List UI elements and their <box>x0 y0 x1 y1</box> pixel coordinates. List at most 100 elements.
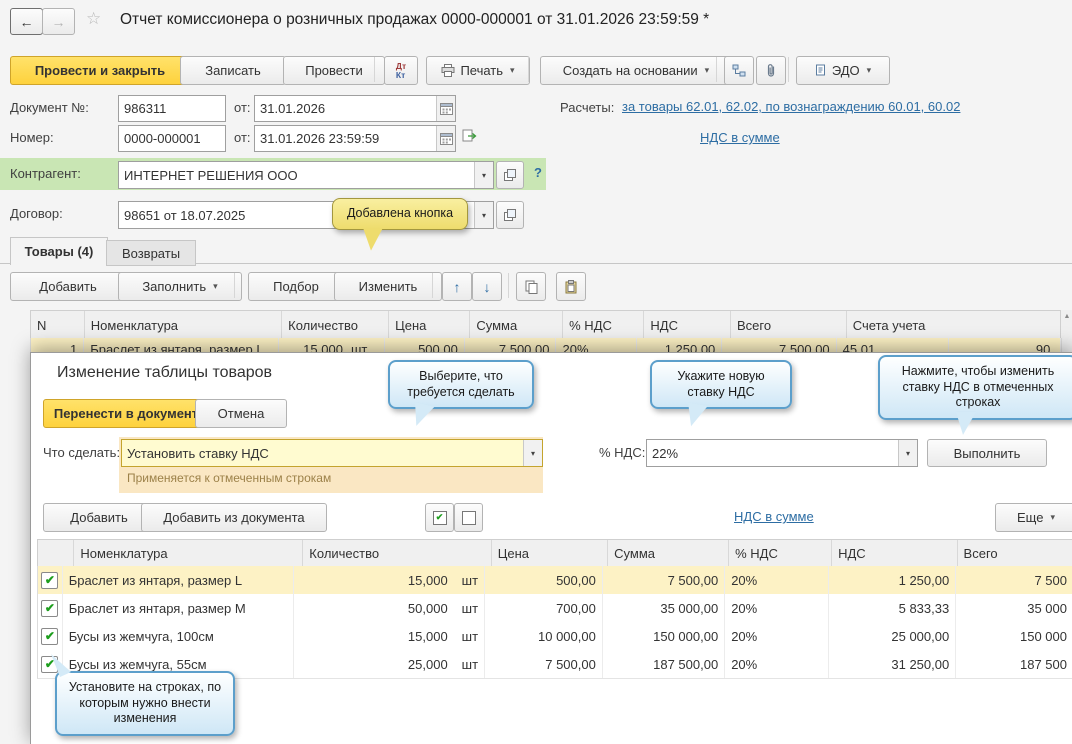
dtkt-button[interactable]: ДтКт <box>384 56 418 85</box>
create-based-on-button[interactable]: Создать на основании▾ <box>540 56 732 85</box>
cell-vat: 5 833,33 <box>829 594 956 622</box>
arrow-down-icon: ↓ <box>484 279 491 295</box>
execute-button[interactable]: Выполнить <box>927 439 1047 467</box>
vat-rate-select[interactable]: 22% ▾ <box>646 439 918 467</box>
add-from-document-button[interactable]: Добавить из документа <box>141 503 327 532</box>
cell-sum: 7 500,00 <box>603 566 725 594</box>
cell-sum: 35 000,00 <box>603 594 725 622</box>
header-quantity[interactable]: Количество <box>282 311 389 339</box>
more-button[interactable]: Еще▾ <box>995 503 1072 532</box>
row-checkbox[interactable]: ✔ <box>41 628 58 645</box>
check-icon: ✔ <box>45 602 55 614</box>
action-label: Что сделать: <box>43 445 120 460</box>
help-link[interactable]: ? <box>534 165 542 180</box>
edo-icon <box>815 64 827 77</box>
goods-fill-button[interactable]: Заполнить▾ <box>118 272 242 301</box>
arrow-up-icon: ↑ <box>454 279 461 295</box>
header-vat-rate[interactable]: % НДС <box>563 311 644 339</box>
cell-total: 150 000 <box>956 622 1072 650</box>
dialog-table-row[interactable]: ✔ Браслет из янтаря, размер L 15,000шт 5… <box>37 566 1072 595</box>
chevron-down-icon[interactable]: ▾ <box>474 202 493 228</box>
check-icon: ✔ <box>45 574 55 586</box>
header-vat[interactable]: НДС <box>644 311 731 339</box>
toolbar-separator <box>788 57 789 82</box>
header-price[interactable]: Цена <box>492 540 608 567</box>
tab-returns[interactable]: Возвраты <box>106 240 196 266</box>
header-nomenclature[interactable]: Номенклатура <box>85 311 282 339</box>
goods-change-button[interactable]: Изменить <box>334 272 442 301</box>
action-select[interactable]: Установить ставку НДС ▾ <box>121 439 543 467</box>
dialog-table-row[interactable]: ✔ Бусы из жемчуга, 100см 15,000шт 10 000… <box>37 622 1072 651</box>
favorite-star-icon[interactable]: ☆ <box>86 9 101 29</box>
print-button[interactable]: Печать▾ <box>426 56 530 85</box>
dialog-table-row[interactable]: ✔ Браслет из янтаря, размер М 50,000шт 7… <box>37 594 1072 623</box>
dtkt-icon: ДтКт <box>396 62 406 79</box>
cell-checkbox: ✔ <box>38 622 63 650</box>
move-up-button[interactable]: ↑ <box>442 272 472 301</box>
contract-label: Договор: <box>10 206 63 221</box>
dialog-cancel-button[interactable]: Отмена <box>195 399 287 428</box>
vat-in-amount-link[interactable]: НДС в сумме <box>700 130 780 145</box>
open-contractor-button[interactable] <box>496 161 524 189</box>
calendar-icon[interactable] <box>436 96 455 121</box>
uncheck-all-icon <box>462 511 476 525</box>
header-n[interactable]: N <box>31 311 85 339</box>
dialog-vat-in-amount-link[interactable]: НДС в сумме <box>734 509 814 524</box>
chevron-down-icon: ▾ <box>510 65 515 76</box>
cell-quantity: 15,000шт <box>294 566 485 594</box>
header-vat[interactable]: НДС <box>832 540 957 567</box>
doc-number-input[interactable]: 986311 <box>118 95 226 122</box>
header-sum[interactable]: Сумма <box>608 540 729 567</box>
header-quantity[interactable]: Количество <box>303 540 491 567</box>
header-price[interactable]: Цена <box>389 311 470 339</box>
row-checkbox[interactable]: ✔ <box>41 600 58 617</box>
attachments-button[interactable] <box>756 56 786 85</box>
check-all-button[interactable]: ✔ <box>425 503 454 532</box>
edo-button[interactable]: ЭДО▾ <box>796 56 890 85</box>
settlements-link[interactable]: за товары 62.01, 62.02, по вознаграждени… <box>622 99 960 114</box>
header-accounts[interactable]: Счета учета <box>847 311 1061 339</box>
chevron-down-icon[interactable]: ▾ <box>523 440 542 466</box>
paste-icon <box>565 280 577 294</box>
tab-goods[interactable]: Товары (4) <box>10 237 108 265</box>
header-total[interactable]: Всего <box>731 311 847 339</box>
header-nomenclature[interactable]: Номенклатура <box>74 540 303 567</box>
header-sum[interactable]: Сумма <box>470 311 563 339</box>
cell-nomenclature: Браслет из янтаря, размер М <box>63 594 295 622</box>
dialog-add-button[interactable]: Добавить <box>43 503 155 532</box>
dialog-title: Изменение таблицы товаров <box>57 364 272 382</box>
copy-rows-button[interactable] <box>516 272 546 301</box>
post-button[interactable]: Провести <box>283 56 385 85</box>
header-vat-rate[interactable]: % НДС <box>729 540 832 567</box>
chevron-down-icon[interactable]: ▾ <box>474 162 493 188</box>
printer-icon <box>441 64 455 77</box>
cell-price: 7 500,00 <box>485 650 603 678</box>
transfer-to-document-button[interactable]: Перенести в документ <box>43 399 209 428</box>
chevron-down-icon[interactable]: ▾ <box>898 440 917 466</box>
post-and-close-button[interactable]: Провести и закрыть <box>10 56 190 85</box>
toolbar-separator <box>234 273 235 298</box>
paste-rows-button[interactable] <box>556 272 586 301</box>
header-total[interactable]: Всего <box>958 540 1072 567</box>
fill-date-button[interactable] <box>462 128 477 143</box>
doc-date-input[interactable]: 31.01.2026 <box>254 95 456 122</box>
toolbar-separator <box>374 57 375 82</box>
related-documents-button[interactable] <box>724 56 754 85</box>
open-contract-button[interactable] <box>496 201 524 229</box>
goods-pick-button[interactable]: Подбор <box>248 272 344 301</box>
contractor-input[interactable]: ИНТЕРНЕТ РЕШЕНИЯ ООО ▾ <box>118 161 494 189</box>
chevron-down-icon: ▾ <box>213 281 218 292</box>
calendar-icon[interactable] <box>436 126 455 151</box>
move-down-button[interactable]: ↓ <box>472 272 502 301</box>
forward-button[interactable]: → <box>42 8 75 35</box>
cell-total: 187 500 <box>956 650 1072 678</box>
cell-total: 7 500 <box>956 566 1072 594</box>
write-button[interactable]: Записать <box>180 56 286 85</box>
toolbar-separator <box>716 57 717 82</box>
number-input[interactable]: 0000-000001 <box>118 125 226 152</box>
uncheck-all-button[interactable] <box>454 503 483 532</box>
goods-add-button[interactable]: Добавить <box>10 272 126 301</box>
number-date-input[interactable]: 31.01.2026 23:59:59 <box>254 125 456 152</box>
back-button[interactable]: ← <box>10 8 43 35</box>
row-checkbox[interactable]: ✔ <box>41 572 58 589</box>
